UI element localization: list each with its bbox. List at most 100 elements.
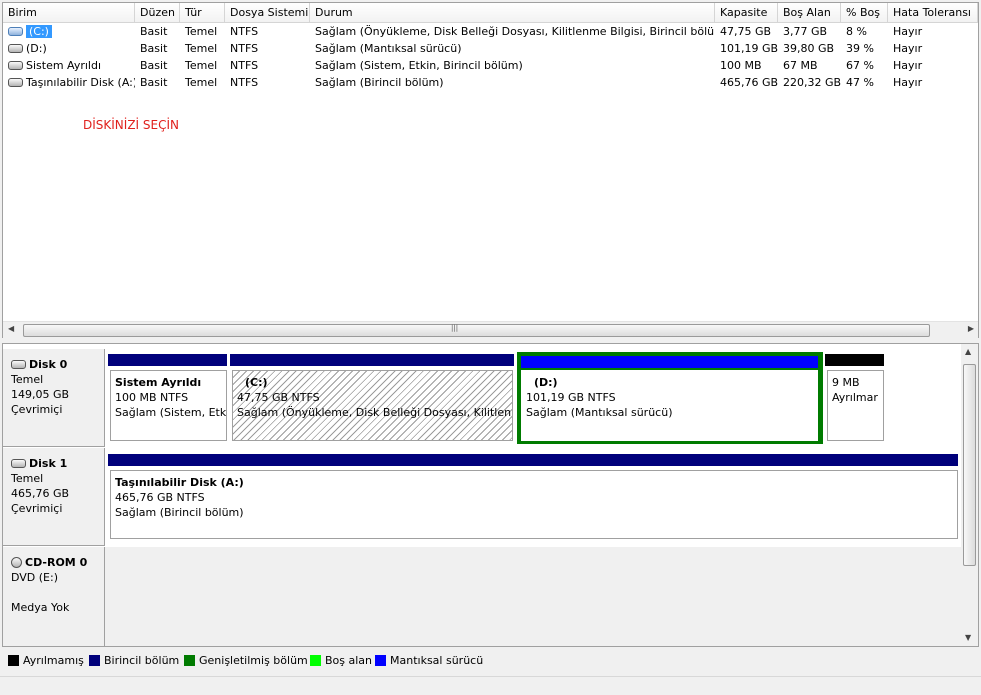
legend-item: Genişletilmiş bölüm	[184, 654, 308, 668]
disk-kind: DVD (E:)	[11, 571, 59, 584]
volume-capacity: 101,19 GB	[720, 42, 778, 55]
disk-size: 465,76 GB	[11, 487, 70, 500]
partition-size: 47,75 GB NTFS	[237, 391, 320, 404]
disk-row[interactable]: Disk 0 Temel 149,05 GB Çevrimiçi Sistem …	[3, 349, 961, 447]
partition-bar-primary	[230, 354, 514, 366]
column-birim[interactable]: Birim	[3, 3, 135, 22]
scroll-right-icon[interactable]: ▶	[968, 324, 974, 333]
partition-size: 9 MB	[832, 376, 860, 389]
volume-status: Sağlam (Mantıksal sürücü)	[315, 42, 462, 55]
disk-label[interactable]: CD-ROM 0 DVD (E:) Medya Yok	[3, 547, 105, 646]
disk-kind: Temel	[11, 373, 44, 386]
column-duzen[interactable]: Düzen	[135, 3, 180, 22]
column-dosya-sistemi[interactable]: Dosya Sistemi	[225, 3, 310, 22]
volume-status: Sağlam (Önyükleme, Disk Belleği Dosyası,…	[315, 25, 715, 38]
partition-bar-primary	[108, 454, 958, 466]
grip-icon: |||	[451, 324, 459, 332]
partition-status: Ayrılmar	[832, 391, 878, 404]
volume-capacity: 100 MB	[720, 59, 762, 72]
column-pct-bos[interactable]: % Boş	[841, 3, 888, 22]
column-kapasite[interactable]: Kapasite	[715, 3, 778, 22]
column-tur[interactable]: Tür	[180, 3, 225, 22]
partition-bar-logical	[521, 356, 818, 368]
cdrom-icon	[11, 556, 22, 568]
volume-fault-tolerance: Hayır	[893, 59, 923, 72]
hard-drive-icon	[11, 458, 26, 468]
partition-size: 100 MB NTFS	[115, 391, 189, 404]
legend-swatch	[310, 654, 321, 666]
volume-row[interactable]: (D:) Basit Temel NTFS Sağlam (Mantıksal …	[3, 40, 978, 57]
partition-size: 101,19 GB NTFS	[526, 391, 616, 404]
disk-state: Medya Yok	[11, 601, 70, 614]
column-hata-toleransi[interactable]: Hata Toleransı	[888, 3, 978, 22]
legend-swatch	[184, 654, 195, 666]
disk-state: Çevrimiçi	[11, 502, 63, 515]
legend-item: Birincil bölüm	[89, 654, 179, 668]
volume-pct-free: 39 %	[846, 42, 874, 55]
volume-fault-tolerance: Hayır	[893, 42, 923, 55]
partition-status: Sağlam (Mantıksal sürücü)	[526, 406, 673, 419]
legend-item: Ayrılmamış	[8, 654, 84, 668]
volume-type: Temel	[185, 42, 218, 55]
partition-c[interactable]: (C:) 47,75 GB NTFS Sağlam (Önyükleme, Di…	[232, 370, 513, 441]
volume-type: Temel	[185, 59, 218, 72]
volume-name: (D:)	[26, 42, 47, 55]
partition-bar-unallocated	[825, 354, 884, 366]
disk-kind: Temel	[11, 472, 44, 485]
volume-free: 220,32 GB	[783, 76, 841, 89]
disk-row[interactable]: Disk 1 Temel 465,76 GB Çevrimiçi Taşınıl…	[3, 448, 961, 546]
volume-fault-tolerance: Hayır	[893, 25, 923, 38]
disk-row[interactable]: CD-ROM 0 DVD (E:) Medya Yok	[3, 547, 961, 646]
partition-title: Taşınılabilir Disk (A:)	[115, 476, 244, 489]
volume-free: 67 MB	[783, 59, 818, 72]
partition-removable-a[interactable]: Taşınılabilir Disk (A:) 465,76 GB NTFS S…	[110, 470, 958, 539]
partition-system-reserved[interactable]: Sistem Ayrıldı 100 MB NTFS Sağlam (Siste…	[110, 370, 227, 441]
volume-fs: NTFS	[230, 25, 259, 38]
volume-fs: NTFS	[230, 42, 259, 55]
volume-name: Sistem Ayrıldı	[26, 59, 102, 72]
hard-drive-icon	[8, 77, 23, 87]
partition-status: Sağlam (Sistem, Etki	[115, 406, 227, 419]
partition-status: Sağlam (Önyükleme, Disk Belleği Dosyası,…	[237, 406, 513, 419]
volume-fs: NTFS	[230, 76, 259, 89]
volume-name: Taşınılabilir Disk (A:)	[26, 76, 135, 89]
disk-name: CD-ROM 0	[25, 556, 88, 569]
column-header-bar: Birim Düzen Tür Dosya Sistemi Durum Kapa…	[3, 3, 978, 23]
hard-drive-icon	[8, 60, 23, 70]
hard-drive-icon	[11, 359, 26, 369]
select-disk-annotation: DİSKİNİZİ SEÇİN	[83, 118, 179, 132]
disk-name: Disk 1	[29, 457, 68, 470]
volume-row[interactable]: (C:) Basit Temel NTFS Sağlam (Önyükleme,…	[3, 23, 978, 40]
legend-swatch	[89, 654, 100, 666]
hard-drive-icon	[8, 26, 23, 36]
horizontal-scrollbar[interactable]: ◀ ||| ▶	[3, 321, 978, 339]
volume-row[interactable]: Taşınılabilir Disk (A:) Basit Temel NTFS…	[3, 74, 978, 91]
disk-state: Çevrimiçi	[11, 403, 63, 416]
horizontal-scroll-thumb[interactable]	[23, 324, 930, 337]
partition-d[interactable]: (D:) 101,19 GB NTFS Sağlam (Mantıksal sü…	[521, 370, 818, 441]
vertical-scroll-thumb[interactable]	[963, 364, 976, 566]
disk-name: Disk 0	[29, 358, 68, 371]
scroll-up-icon[interactable]: ▲	[965, 347, 971, 356]
column-durum[interactable]: Durum	[310, 3, 715, 22]
partition-unallocated[interactable]: 9 MB Ayrılmar	[827, 370, 884, 441]
volume-pct-free: 67 %	[846, 59, 874, 72]
volume-capacity: 47,75 GB	[720, 25, 772, 38]
volume-layout: Basit	[140, 59, 168, 72]
scroll-left-icon[interactable]: ◀	[8, 324, 14, 333]
disk-label[interactable]: Disk 0 Temel 149,05 GB Çevrimiçi	[3, 349, 105, 447]
disk-map-pane: Disk 0 Temel 149,05 GB Çevrimiçi Sistem …	[2, 343, 979, 647]
column-bos-alan[interactable]: Boş Alan	[778, 3, 841, 22]
volume-fault-tolerance: Hayır	[893, 76, 923, 89]
partition-title: (C:)	[245, 376, 268, 389]
scroll-down-icon[interactable]: ▼	[965, 633, 971, 642]
volume-status: Sağlam (Birincil bölüm)	[315, 76, 444, 89]
volume-free: 3,77 GB	[783, 25, 828, 38]
volume-row[interactable]: Sistem Ayrıldı Basit Temel NTFS Sağlam (…	[3, 57, 978, 74]
volume-capacity: 465,76 GB	[720, 76, 778, 89]
volume-layout: Basit	[140, 76, 168, 89]
disk-label[interactable]: Disk 1 Temel 465,76 GB Çevrimiçi	[3, 448, 105, 546]
legend-item: Mantıksal sürücü	[375, 654, 483, 668]
volume-layout: Basit	[140, 25, 168, 38]
vertical-scrollbar[interactable]: ▲ ▼	[961, 344, 978, 646]
